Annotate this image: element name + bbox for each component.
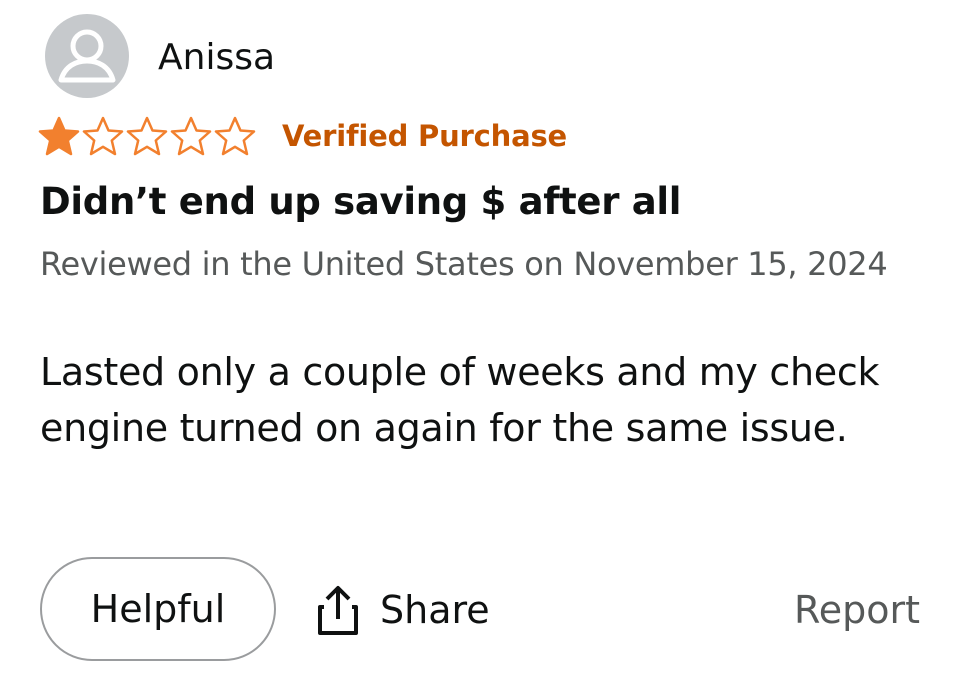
star-empty-icon	[82, 116, 124, 156]
review-body: Lasted only a couple of weeks and my che…	[40, 350, 880, 450]
star-empty-icon	[214, 116, 256, 156]
star-filled-icon	[38, 116, 80, 156]
star-empty-icon	[126, 116, 168, 156]
reviewer-name: Anissa	[158, 37, 276, 78]
helpful-label: Helpful	[90, 587, 226, 631]
helpful-button[interactable]: Helpful	[40, 557, 276, 661]
star-empty-icon	[170, 116, 212, 156]
user-avatar-icon	[58, 29, 116, 83]
share-icon	[318, 586, 358, 635]
report-link[interactable]: Report	[794, 584, 920, 636]
review-date: Reviewed in the United States on Novembe…	[40, 245, 888, 283]
share-label: Share	[380, 588, 490, 632]
avatar	[45, 14, 129, 98]
star-rating	[38, 116, 256, 156]
verified-purchase-badge: Verified Purchase	[282, 119, 567, 153]
share-button[interactable]: Share	[316, 578, 490, 642]
review-title: Didn’t end up saving $ after all	[40, 180, 682, 223]
